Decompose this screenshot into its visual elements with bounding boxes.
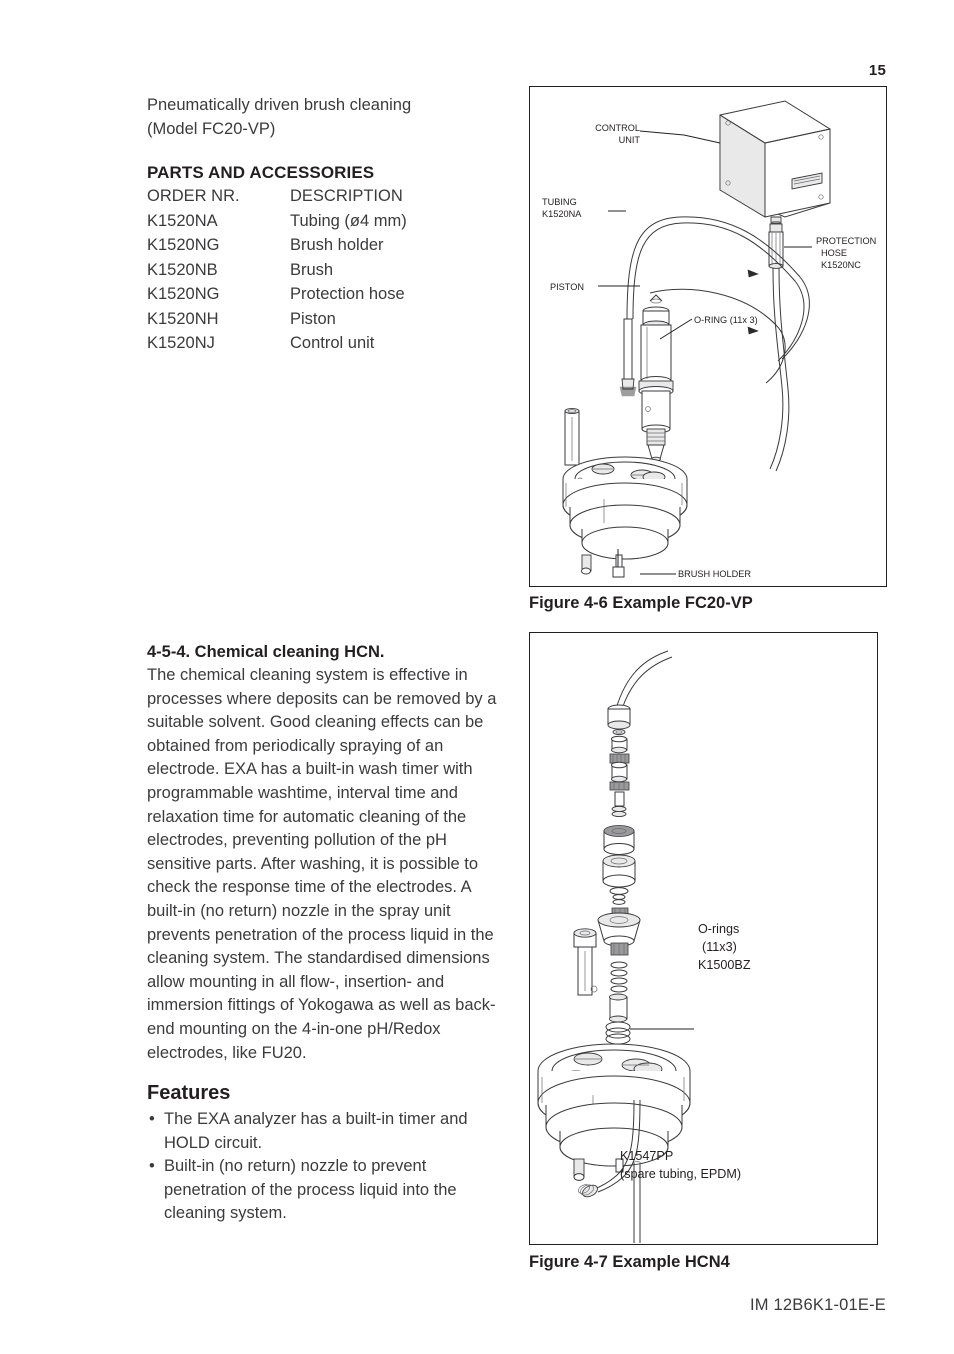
- bullet-icon: •: [149, 1157, 155, 1176]
- list-item: • Built-in (no return) nozzle to prevent…: [147, 1155, 507, 1226]
- features-list: • The EXA analyzer has a built-in timer …: [147, 1108, 507, 1226]
- intro-line-2: (Model FC20-VP): [147, 119, 276, 138]
- part-order-number: K1520NJ: [147, 334, 215, 352]
- label-control-unit-line2: UNIT: [619, 135, 641, 145]
- label-protection-hose-line1: PROTECTION: [816, 236, 876, 246]
- protection-hose-illustration: [768, 223, 790, 472]
- part-order-number: K1520NG: [147, 236, 220, 254]
- figure-labels: O-rings (11x3) K1500BZ: [630, 922, 751, 1030]
- list-item: • The EXA analyzer has a built-in timer …: [147, 1108, 507, 1155]
- label-orings-line1: O-rings: [698, 922, 739, 936]
- label-spare-tubing-line1: K1547PP: [620, 1149, 673, 1163]
- part-description: Brush holder: [290, 236, 384, 254]
- label-orings-line2: (11x3): [702, 940, 737, 954]
- control-unit-illustration: [719, 100, 831, 225]
- connector-stack-illustration: [597, 704, 641, 993]
- part-description: Tubing (ø4 mm): [290, 211, 407, 230]
- list-item-text: Built-in (no return) nozzle to prevent p…: [164, 1157, 457, 1223]
- table-row: K1520NB Brush: [147, 258, 510, 283]
- table-row: K1520NG Protection hose: [147, 282, 510, 307]
- side-tube-illustration: [619, 318, 637, 397]
- figure-4-7-caption: Figure 4-7 Example HCN4: [529, 1253, 730, 1271]
- figure-4-7-tubing-tail: K1547PP (spare tubing, EPDM): [578, 1100, 741, 1198]
- list-item-text: The EXA analyzer has a built-in timer an…: [164, 1110, 468, 1152]
- intro-line-1: Pneumatically driven brush cleaning: [147, 96, 412, 114]
- part-order-number: K1520NA: [147, 211, 218, 230]
- part-order-number: K1520NG: [147, 285, 220, 303]
- part-order-number: K1520NH: [147, 309, 219, 328]
- section-heading: 4-5-4. Chemical cleaning HCN.: [147, 643, 385, 661]
- o-ring-glyph: [605, 1021, 631, 1033]
- part-description: Brush: [290, 260, 334, 279]
- label-piston: PISTON: [550, 282, 584, 292]
- figure-4-7-frame: O-rings (11x3) K1500BZ K1547PP (spare tu…: [529, 632, 878, 1245]
- label-brush-holder: BRUSH HOLDER: [678, 569, 751, 579]
- column-header-description: DESCRIPTION: [290, 187, 403, 205]
- part-description: Control unit: [290, 334, 375, 352]
- label-tubing-line2: K1520NA: [542, 209, 582, 219]
- label-spare-tubing-line2: (spare tubing, EPDM): [620, 1167, 741, 1181]
- part-order-number: K1520NB: [147, 260, 218, 279]
- part-description: Protection hose: [290, 285, 405, 303]
- holder-head-illustration: [562, 407, 688, 575]
- label-o-ring: O-RING (11x 3): [694, 315, 758, 325]
- features-heading: Features: [147, 1082, 231, 1105]
- part-description: Piston: [290, 309, 336, 328]
- document-page: 15 Pneumatically driven brush cleaning (…: [0, 0, 954, 1354]
- table-header-row: ORDER NR. DESCRIPTION: [147, 184, 510, 209]
- table-row: K1520NA Tubing (ø4 mm): [147, 209, 510, 234]
- label-control-unit-line1: CONTROL: [595, 123, 640, 133]
- table-row: K1520NJ Control unit: [147, 331, 510, 356]
- column-header-order: ORDER NR.: [147, 187, 240, 205]
- figure-4-6-frame: CONTROL UNIT PROTECTION HOSE K1520NC TUB…: [529, 86, 887, 587]
- table-row: K1520NH Piston: [147, 307, 510, 332]
- parts-table: ORDER NR. DESCRIPTION K1520NA Tubing (ø4…: [147, 184, 510, 356]
- label-protection-hose-line2: HOSE: [821, 248, 847, 258]
- chemical-cleaning-section: 4-5-4. Chemical cleaning HCN. The chemic…: [147, 641, 507, 1226]
- label-orings-line3: K1500BZ: [698, 958, 751, 972]
- footer-document-code: IM 12B6K1-01E-E: [750, 1296, 886, 1314]
- bullet-icon: •: [149, 1110, 155, 1129]
- table-row: K1520NG Brush holder: [147, 233, 510, 258]
- figure-4-6-caption: Figure 4-6 Example FC20-VP: [529, 594, 753, 612]
- left-text-column: Pneumatically driven brush cleaning (Mod…: [147, 94, 510, 356]
- section-paragraph: The chemical cleaning system is effectiv…: [147, 666, 497, 1062]
- label-tubing-line1: TUBING: [542, 197, 577, 207]
- parts-and-accessories-heading: PARTS AND ACCESSORIES: [147, 163, 375, 182]
- page-number: 15: [868, 62, 886, 79]
- piston-illustration: [638, 294, 674, 462]
- label-protection-hose-line3: K1520NC: [821, 260, 861, 270]
- figure-4-6-drawing: CONTROL UNIT PROTECTION HOSE K1520NC TUB…: [542, 100, 876, 579]
